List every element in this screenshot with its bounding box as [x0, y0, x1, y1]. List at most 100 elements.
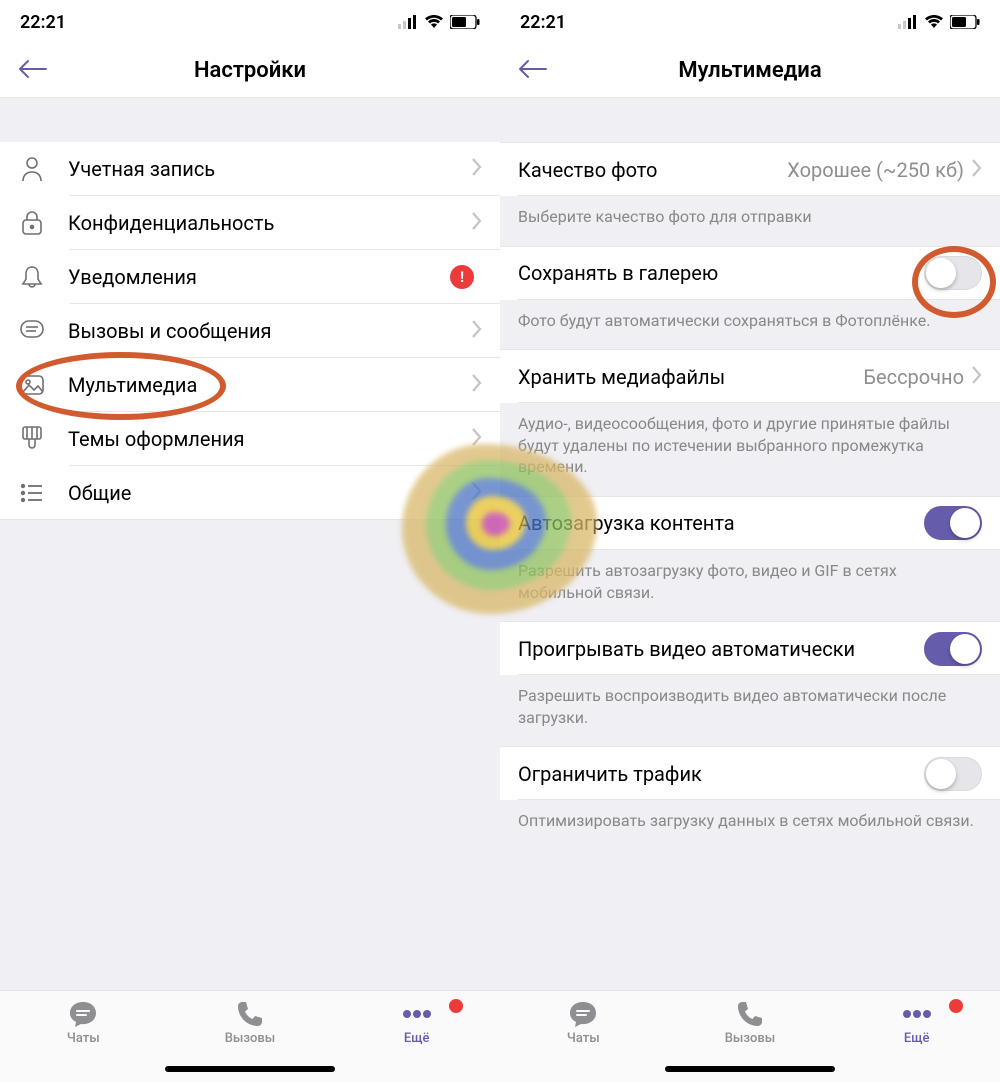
row-label: Конфиденциальность — [68, 211, 472, 235]
chevron-right-icon — [472, 320, 482, 342]
row-label: Уведомления — [68, 265, 450, 289]
more-icon — [402, 999, 432, 1029]
notification-dot — [447, 997, 465, 1015]
wifi-icon — [424, 15, 444, 29]
settings-row-themes[interactable]: Темы оформления — [0, 412, 500, 466]
brush-icon — [18, 425, 46, 453]
notification-dot — [947, 997, 965, 1015]
tab-label: Чаты — [67, 1031, 100, 1046]
tab-bar: Чаты Вызовы Ещё — [500, 990, 1000, 1082]
row-label: Мультимедиа — [68, 373, 472, 397]
hint-store-media: Аудио-, видеосообщения, фото и другие пр… — [500, 403, 1000, 496]
row-label: Учетная запись — [68, 157, 472, 181]
settings-row-multimedia[interactable]: Мультимедиа — [0, 358, 500, 412]
tab-label: Чаты — [567, 1031, 600, 1046]
settings-list[interactable]: Учетная запись Конфиденциальность Уведом… — [0, 98, 500, 990]
chevron-right-icon — [472, 374, 482, 396]
toggle-auto-play[interactable] — [924, 632, 982, 666]
tab-more[interactable]: Ещё — [334, 999, 499, 1046]
signal-icon — [398, 15, 418, 29]
settings-row-general[interactable]: Общие — [0, 466, 500, 520]
chevron-right-icon — [972, 366, 982, 388]
row-value: Бессрочно — [863, 365, 964, 389]
row-label: Проигрывать видео автоматически — [518, 637, 924, 661]
chevron-right-icon — [472, 482, 482, 504]
nav-bar: Мультимедиа — [500, 44, 1000, 98]
tab-more[interactable]: Ещё — [834, 999, 999, 1046]
status-indicators — [398, 15, 480, 29]
status-time: 22:21 — [520, 12, 566, 33]
row-value: Хорошее (~250 кб) — [787, 158, 964, 182]
alert-badge: ! — [450, 265, 474, 289]
chevron-right-icon — [472, 428, 482, 450]
phone-icon — [735, 999, 765, 1029]
battery-icon — [950, 15, 980, 29]
chevron-right-icon — [472, 212, 482, 234]
settings-row-calls-messages[interactable]: Вызовы и сообщения — [0, 304, 500, 358]
row-label: Сохранять в галерею — [518, 261, 924, 285]
page-title: Мультимедиа — [678, 58, 821, 83]
tab-bar: Чаты Вызовы Ещё — [0, 990, 500, 1082]
back-arrow-icon — [518, 58, 548, 80]
row-label: Хранить медиафайлы — [518, 365, 863, 389]
hint-auto-download: Разрешить автозагрузку фото, видео и GIF… — [500, 550, 1000, 621]
row-auto-play[interactable]: Проигрывать видео автоматически — [500, 621, 1000, 675]
settings-row-privacy[interactable]: Конфиденциальность — [0, 196, 500, 250]
chat-icon — [18, 317, 46, 345]
person-icon — [18, 155, 46, 183]
row-store-media[interactable]: Хранить медиафайлы Бессрочно — [500, 349, 1000, 403]
more-icon — [902, 999, 932, 1029]
wifi-icon — [924, 15, 944, 29]
chat-bubble-icon — [568, 999, 598, 1029]
tab-calls[interactable]: Вызовы — [167, 999, 332, 1046]
toggle-save-gallery[interactable] — [924, 256, 982, 290]
hint-save-gallery: Фото будут автоматически сохраняться в Ф… — [500, 300, 1000, 350]
hint-limit-traffic: Оптимизировать загрузку данных в сетях м… — [500, 800, 1000, 850]
row-auto-download[interactable]: Автозагрузка контента — [500, 496, 1000, 550]
chevron-right-icon — [972, 159, 982, 181]
screen-multimedia: 22:21 Мультимедиа Качество фото Хорошее … — [500, 0, 1000, 1082]
tab-label: Ещё — [904, 1031, 930, 1046]
page-title: Настройки — [194, 58, 306, 83]
back-button[interactable] — [518, 58, 548, 84]
hint-photo-quality: Выберите качество фото для отправки — [500, 196, 1000, 246]
bell-icon — [18, 263, 46, 291]
tab-label: Ещё — [404, 1031, 430, 1046]
tab-label: Вызовы — [725, 1031, 776, 1046]
back-button[interactable] — [18, 58, 48, 84]
status-bar: 22:21 — [0, 0, 500, 44]
status-bar: 22:21 — [500, 0, 1000, 44]
tab-label: Вызовы — [225, 1031, 276, 1046]
phone-icon — [235, 999, 265, 1029]
nav-bar: Настройки — [0, 44, 500, 98]
settings-row-notifications[interactable]: Уведомления ! — [0, 250, 500, 304]
row-label: Качество фото — [518, 158, 787, 182]
home-indicator[interactable] — [165, 1066, 335, 1072]
tab-calls[interactable]: Вызовы — [667, 999, 832, 1046]
tab-chats[interactable]: Чаты — [1, 999, 166, 1046]
row-label: Автозагрузка контента — [518, 511, 924, 535]
row-limit-traffic[interactable]: Ограничить трафик — [500, 746, 1000, 800]
multimedia-list[interactable]: Качество фото Хорошее (~250 кб) Выберите… — [500, 98, 1000, 990]
battery-icon — [450, 15, 480, 29]
toggle-limit-traffic[interactable] — [924, 757, 982, 791]
signal-icon — [898, 15, 918, 29]
row-save-to-gallery[interactable]: Сохранять в галерею — [500, 246, 1000, 300]
lock-icon — [18, 209, 46, 237]
chat-bubble-icon — [68, 999, 98, 1029]
row-photo-quality[interactable]: Качество фото Хорошее (~250 кб) — [500, 142, 1000, 196]
image-icon — [18, 371, 46, 399]
toggle-auto-download[interactable] — [924, 506, 982, 540]
list-icon — [18, 479, 46, 507]
row-label: Вызовы и сообщения — [68, 319, 472, 343]
status-indicators — [898, 15, 980, 29]
status-time: 22:21 — [20, 12, 66, 33]
back-arrow-icon — [18, 58, 48, 80]
hint-auto-play: Разрешить воспроизводить видео автоматич… — [500, 675, 1000, 746]
row-label: Темы оформления — [68, 427, 472, 451]
tab-chats[interactable]: Чаты — [501, 999, 666, 1046]
row-label: Ограничить трафик — [518, 762, 924, 786]
settings-row-account[interactable]: Учетная запись — [0, 142, 500, 196]
home-indicator[interactable] — [665, 1066, 835, 1072]
chevron-right-icon — [472, 158, 482, 180]
